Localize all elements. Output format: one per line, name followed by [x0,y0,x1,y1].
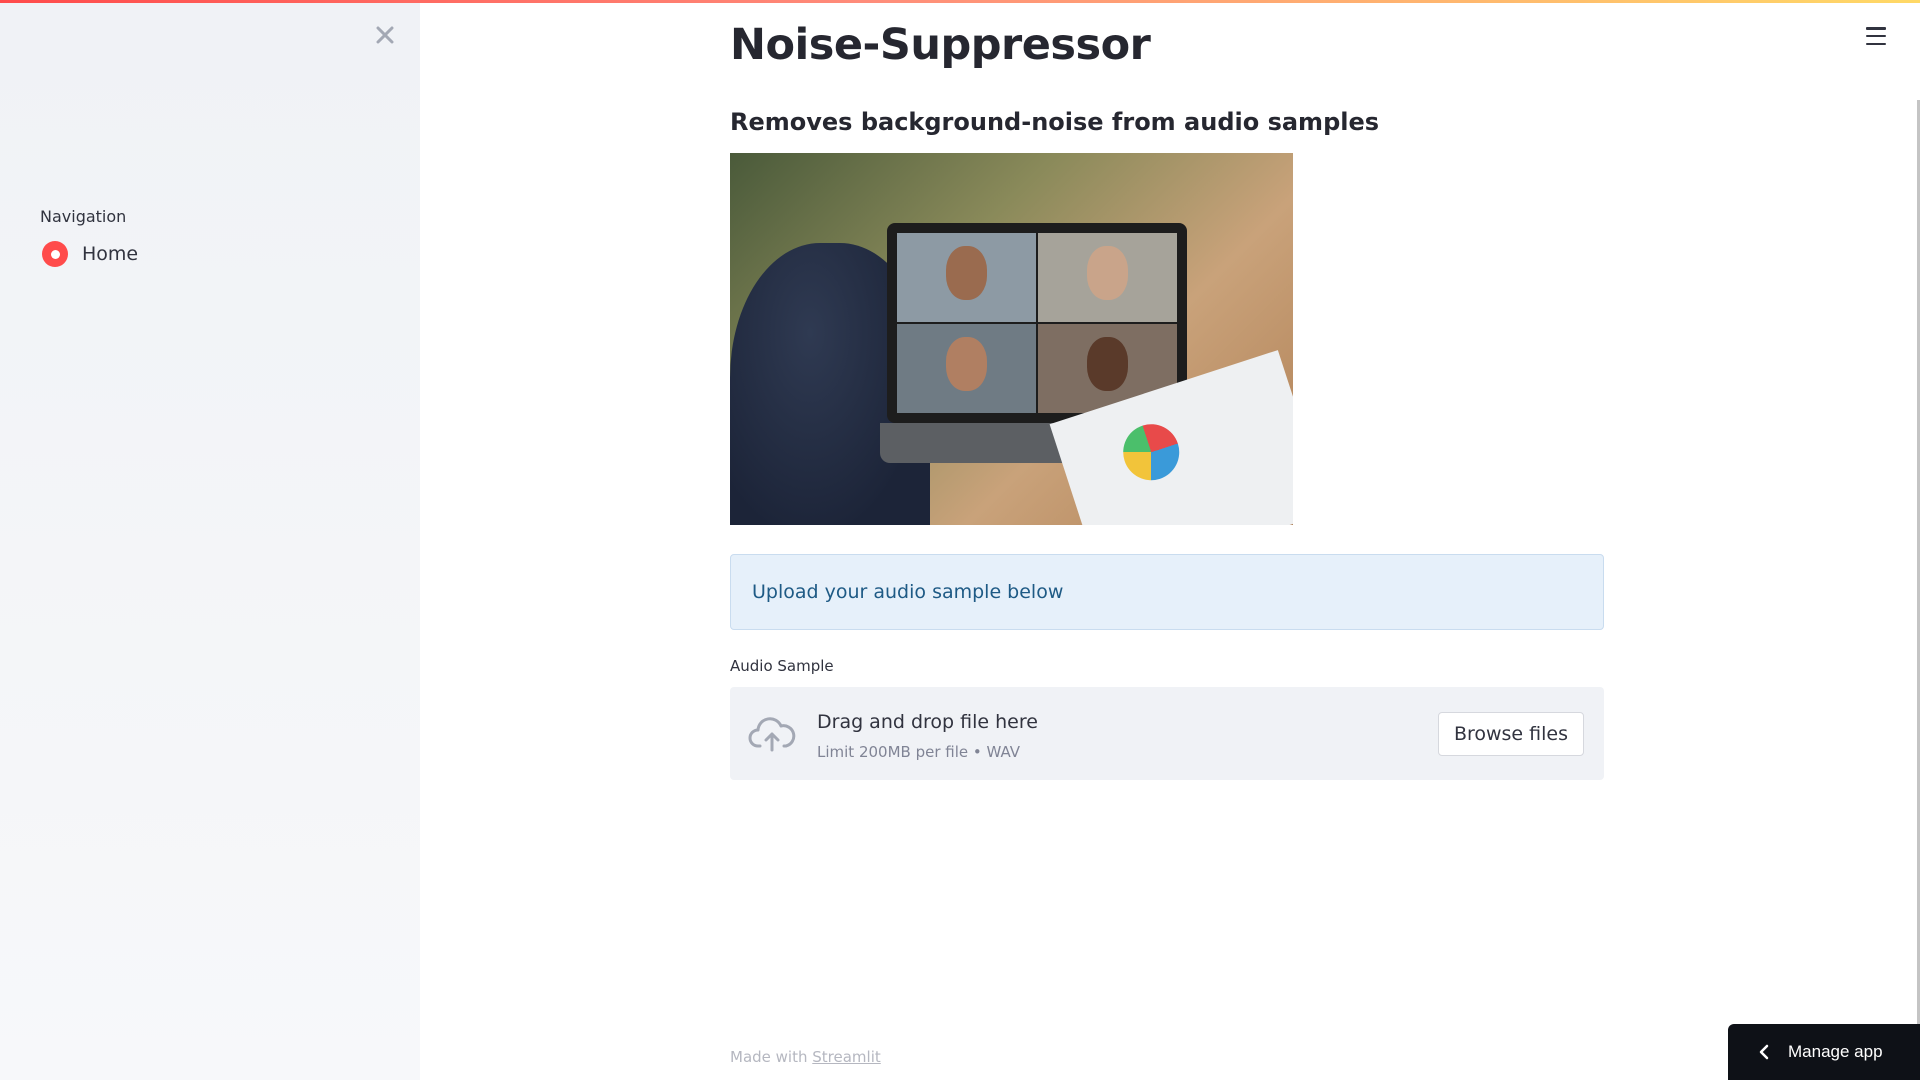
close-icon [376,26,394,44]
page-subtitle: Removes background-noise from audio samp… [730,108,1380,136]
info-alert: Upload your audio sample below [730,554,1604,630]
cloud-upload-icon [748,717,796,752]
uploader-label: Audio Sample [730,657,834,675]
chevron-left-icon [1754,1042,1774,1062]
main-content: Noise-Suppressor Removes background-nois… [420,0,1920,1080]
dropzone-limit: Limit 200MB per file • WAV [817,743,1021,761]
navigation-label: Navigation [40,207,127,226]
header-decoration-bar [0,0,1920,3]
nav-radio-home[interactable]: Home [42,241,138,267]
browse-files-button[interactable]: Browse files [1437,712,1584,756]
main-menu-button[interactable] [1862,24,1890,48]
footer: Made with Streamlit [730,1048,881,1066]
close-sidebar-button[interactable] [372,22,398,48]
manage-app-button[interactable]: Manage app [1728,1024,1920,1080]
pie-chart-graphic [1115,416,1187,488]
file-dropzone[interactable]: Drag and drop file here Limit 200MB per … [730,687,1604,780]
page-title: Noise-Suppressor [730,20,1151,70]
radio-selected-icon [42,241,68,267]
nav-item-label: Home [82,243,139,265]
video-conference-image [730,153,1293,525]
sidebar: Navigation Home [0,0,420,1080]
manage-app-label: Manage app [1788,1042,1883,1061]
streamlit-link[interactable]: Streamlit [812,1048,881,1066]
footer-text: Made with [730,1048,808,1066]
dropzone-instructions: Drag and drop file here [817,711,1038,733]
hamburger-icon [1866,27,1886,30]
